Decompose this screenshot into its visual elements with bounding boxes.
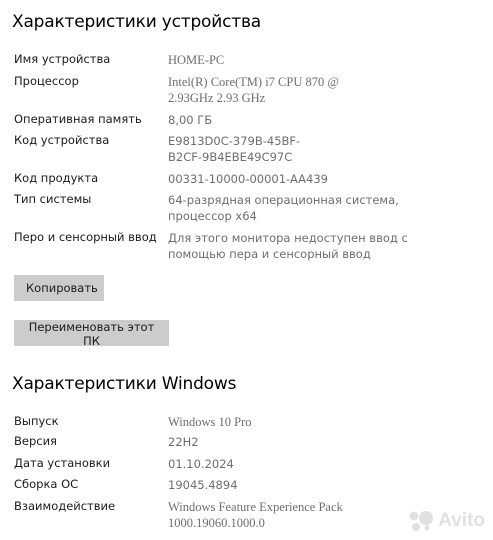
spec-label: Взаимодействие — [14, 499, 116, 513]
spec-value: Для этого монитора недоступен ввод с пом… — [168, 231, 408, 261]
spec-label: Выпуск — [14, 414, 59, 428]
spec-value: 22H2 — [168, 435, 199, 449]
spec-label: Дата установки — [14, 456, 111, 470]
spec-label: Процессор — [14, 74, 79, 88]
spec-label: Код продукта — [14, 171, 99, 185]
spec-label: Перо и сенсорный ввод — [14, 230, 157, 244]
spec-value: 00331-10000-00001-AA439 — [168, 172, 328, 186]
spec-label: Тип системы — [14, 192, 92, 206]
spec-value: HOME-PC — [168, 53, 225, 67]
spec-label: Имя устройства — [14, 52, 111, 66]
avito-watermark: Avito — [408, 510, 485, 532]
rename-pc-button[interactable]: Переименовать этот ПК — [14, 320, 169, 348]
windows-specs-title: Характеристики Windows — [12, 374, 237, 394]
spec-label: Версия — [14, 434, 57, 448]
spec-value: 64-разрядная операционная система, проце… — [168, 193, 399, 223]
spec-label: Оперативная память — [14, 112, 142, 126]
watermark-text: Avito — [438, 510, 485, 531]
spec-label: Код устройства — [14, 133, 110, 147]
spec-value: E9813D0C-379B-45BF- B2CF-9B4EBE49C97C — [168, 134, 301, 164]
spec-value: 01.10.2024 — [168, 457, 234, 471]
spec-value: Windows 10 Pro — [168, 415, 252, 429]
device-specs-title: Характеристики устройства — [12, 12, 261, 32]
avito-logo-icon — [409, 511, 434, 531]
spec-value: 8,00 ГБ — [168, 113, 213, 127]
spec-label: Сборка ОС — [14, 477, 79, 491]
spec-value: 19045.4894 — [168, 478, 238, 492]
copy-button[interactable]: Копировать — [14, 275, 104, 301]
spec-value: Intel(R) Core(TM) i7 CPU 870 @ 2.93GHz 2… — [168, 75, 339, 105]
